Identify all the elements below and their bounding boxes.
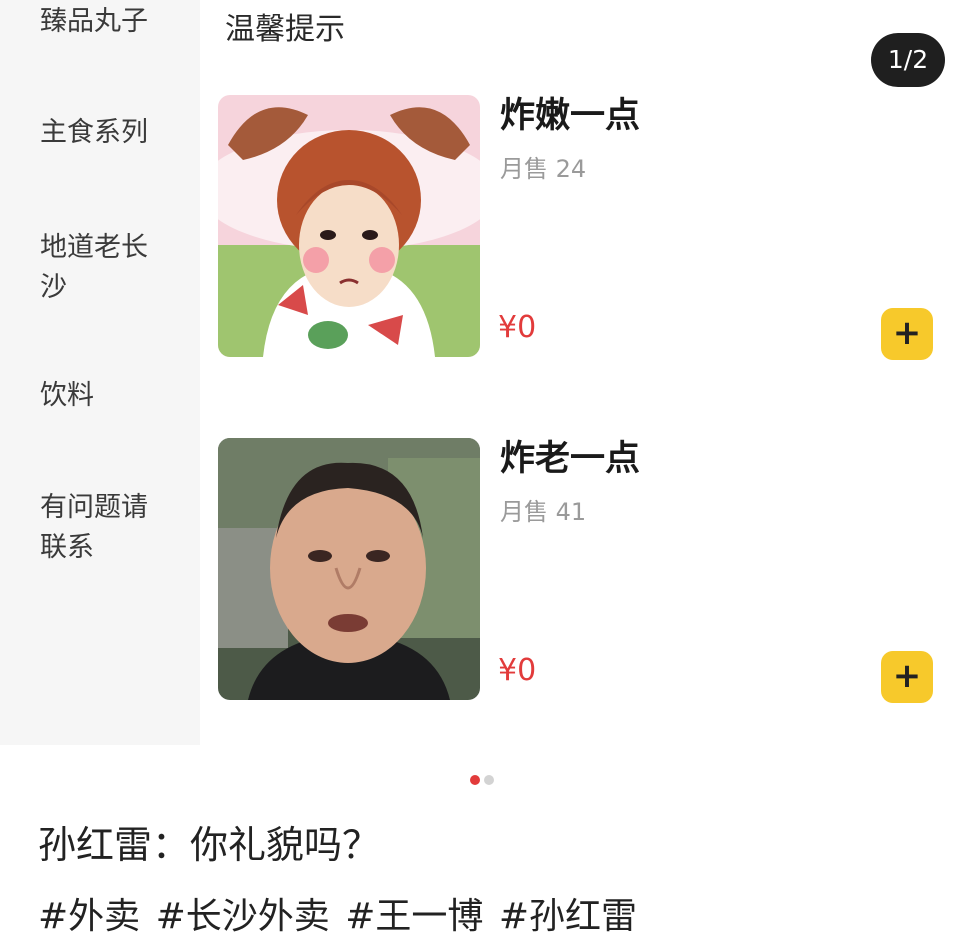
category-sidebar: 臻品丸子 主食系列 地道老长 沙 饮料 有问题请 联系 [0,0,200,745]
carousel-dot[interactable] [484,775,494,785]
page-indicator: 1/2 [871,33,945,87]
item-price: ¥0 [498,310,537,345]
item-price: ¥0 [498,653,537,688]
sidebar-item-label: 臻品丸子 [40,6,148,37]
sidebar-item-contact[interactable]: 有问题请 联系 [40,488,180,568]
sidebar-item-label: 主食系列 [40,117,148,148]
sidebar-item-premium-balls[interactable]: 臻品丸子 [40,2,180,42]
plus-icon: + [892,313,922,353]
sidebar-item-label-line2: 沙 [40,272,67,303]
menu-item[interactable]: 炸嫩一点 月售 24 ¥0 + [218,95,958,360]
hashtag[interactable]: #王一博 [345,896,483,937]
sidebar-item-local-changsha[interactable]: 地道老长 沙 [40,228,180,308]
hashtag-list: #外卖 #长沙外卖 #王一博 #孙红雷 [38,893,641,941]
sidebar-item-label: 饮料 [40,380,94,411]
hashtag[interactable]: #孙红雷 [499,896,637,937]
menu-item[interactable]: 炸老一点 月售 41 ¥0 + [218,438,958,703]
product-image [218,438,480,700]
sidebar-item-label-line1: 有问题请 [40,492,148,523]
item-name: 炸嫩一点 [500,96,641,136]
sidebar-item-label-line2: 联系 [40,532,94,563]
item-monthly-sales: 月售 41 [500,498,587,526]
product-image [218,95,480,357]
sidebar-item-drinks[interactable]: 饮料 [40,376,180,416]
plus-icon: + [892,656,922,696]
post-caption: 孙红雷：你礼貌吗？ [38,823,381,867]
item-name: 炸老一点 [500,439,641,479]
sidebar-item-label-line1: 地道老长 [40,232,148,263]
carousel-dots [470,770,498,785]
carousel-dot-active[interactable] [470,775,480,785]
sidebar-item-staples[interactable]: 主食系列 [40,113,180,153]
item-monthly-sales: 月售 24 [500,155,587,183]
hashtag[interactable]: #外卖 [38,896,140,937]
add-to-cart-button[interactable]: + [881,308,933,360]
hashtag[interactable]: #长沙外卖 [156,896,330,937]
section-title: 温馨提示 [225,12,345,47]
add-to-cart-button[interactable]: + [881,651,933,703]
